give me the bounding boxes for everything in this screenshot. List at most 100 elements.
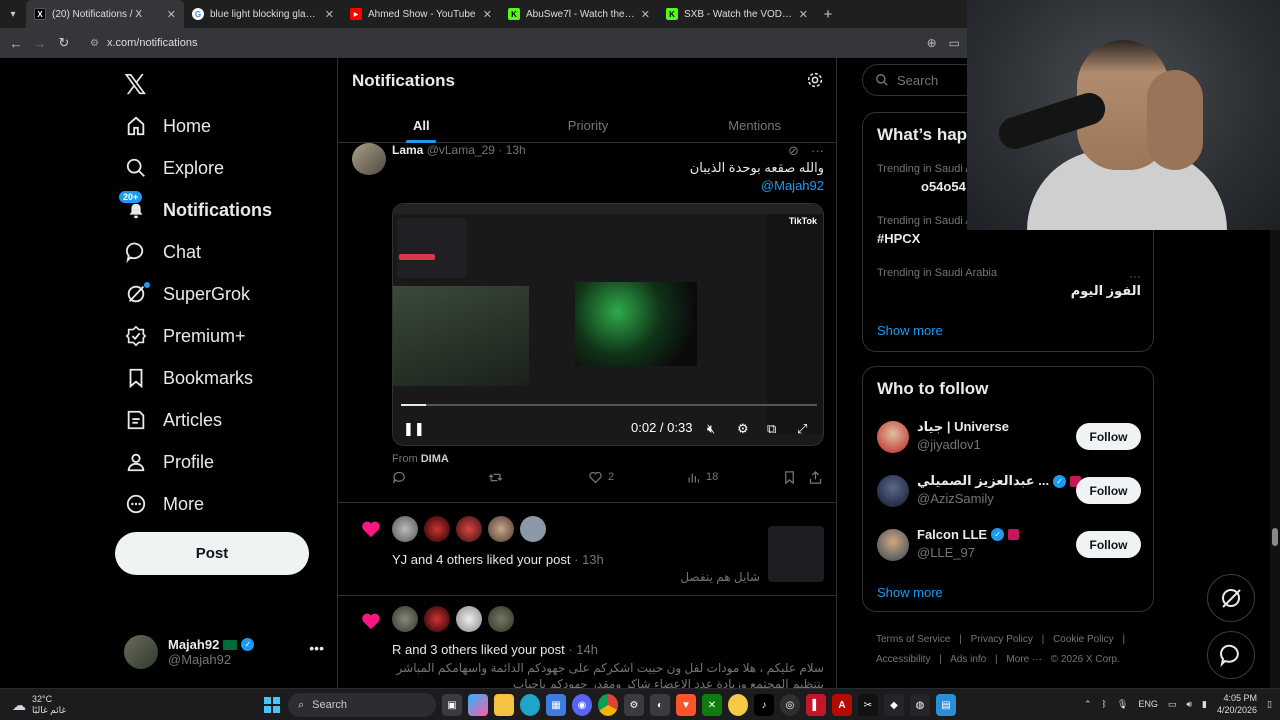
follow-button[interactable]: Follow bbox=[1076, 423, 1141, 450]
avatar[interactable] bbox=[456, 606, 482, 632]
new-tab-button[interactable]: + bbox=[816, 6, 840, 23]
grok-icon[interactable]: ⊘ bbox=[788, 143, 799, 159]
show-more-link[interactable]: Show more bbox=[877, 323, 943, 338]
settings-gear-icon[interactable] bbox=[806, 71, 824, 94]
scrollbar-thumb[interactable] bbox=[1272, 528, 1278, 546]
back-icon[interactable]: ← bbox=[4, 36, 28, 51]
cast-icon[interactable]: ▭ bbox=[949, 36, 960, 50]
browser-tab-kick-2[interactable]: K SXB - Watch the VOD on Kick ✕ bbox=[658, 0, 816, 28]
tab-mentions[interactable]: Mentions bbox=[671, 108, 836, 143]
url-field[interactable]: ⚙ x.com/notifications bbox=[90, 37, 197, 49]
author-handle[interactable]: @vLama_29 bbox=[427, 143, 495, 157]
follow-button[interactable]: Follow bbox=[1076, 531, 1141, 558]
obs-icon[interactable]: ◎ bbox=[780, 694, 800, 716]
footer-link[interactable]: Ads info bbox=[950, 654, 986, 665]
views-button[interactable]: 18 bbox=[686, 470, 718, 485]
nav-chat[interactable]: Chat bbox=[124, 232, 201, 272]
browser-tab-notifications[interactable]: X (20) Notifications / X ✕ bbox=[26, 0, 184, 28]
post-button[interactable]: Post bbox=[115, 532, 309, 575]
close-icon[interactable]: ✕ bbox=[483, 8, 492, 21]
avatar[interactable] bbox=[392, 606, 418, 632]
language-indicator[interactable]: ENG bbox=[1138, 699, 1158, 709]
task-view-icon[interactable]: ▣ bbox=[442, 694, 462, 716]
app-icon[interactable]: ◐ bbox=[650, 694, 670, 716]
footer-link[interactable]: Terms of Service bbox=[876, 634, 950, 645]
reply-button[interactable] bbox=[392, 470, 407, 485]
windows-start-icon[interactable] bbox=[264, 697, 280, 713]
mention-tweet[interactable]: Lama @vLama_29 · 13h ⊘ ··· والله صقعه بو… bbox=[338, 143, 836, 503]
follow-button[interactable]: Follow bbox=[1076, 477, 1141, 504]
nav-profile[interactable]: Profile bbox=[124, 442, 214, 482]
chrome-icon[interactable] bbox=[598, 694, 618, 716]
footer-link[interactable]: More ··· bbox=[1006, 654, 1042, 665]
edge-icon[interactable] bbox=[520, 694, 540, 716]
avatar[interactable] bbox=[877, 529, 909, 561]
footer-link[interactable]: Cookie Policy bbox=[1053, 634, 1114, 645]
close-icon[interactable]: ✕ bbox=[325, 8, 334, 21]
like-notification[interactable]: YJ and 4 others liked your post · 13h شا… bbox=[338, 504, 836, 596]
store-icon[interactable]: ▦ bbox=[546, 694, 566, 716]
tab-search-icon[interactable]: ▾ bbox=[0, 0, 26, 28]
follow-suggestion[interactable]: عبدالعزيز الصميلي ... ✓ @AzizSamily Foll… bbox=[877, 473, 1141, 513]
nav-premium[interactable]: Premium+ bbox=[124, 316, 246, 356]
photos-icon[interactable]: ▤ bbox=[936, 694, 956, 716]
more-dots-icon[interactable]: ··· bbox=[1129, 269, 1141, 283]
mute-icon[interactable]: 🔇︎ bbox=[707, 421, 715, 437]
avatar[interactable] bbox=[352, 143, 386, 175]
reload-icon[interactable]: ↻ bbox=[52, 35, 76, 51]
pip-icon[interactable]: ⧉ bbox=[767, 421, 776, 437]
video-player[interactable]: TikTok ❚❚ 0:02 / 0:33 🔇︎ ⚙ ⧉ ⤢ bbox=[392, 203, 824, 446]
show-more-link[interactable]: Show more bbox=[877, 585, 943, 600]
avatar[interactable] bbox=[520, 516, 546, 542]
like-button[interactable]: 2 bbox=[588, 470, 614, 485]
close-icon[interactable]: ✕ bbox=[799, 8, 808, 21]
nav-home[interactable]: Home bbox=[124, 106, 211, 146]
share-button[interactable] bbox=[808, 470, 823, 485]
follow-suggestion[interactable]: Falcon LLE ✓ @LLE_97 Follow bbox=[877, 527, 1141, 567]
nav-explore[interactable]: Explore bbox=[124, 148, 224, 188]
fullscreen-icon[interactable]: ⤢ bbox=[797, 421, 807, 437]
avatar[interactable] bbox=[392, 516, 418, 542]
notifications-icon[interactable]: ▯ bbox=[1267, 699, 1272, 710]
bookmark-button[interactable] bbox=[782, 470, 797, 485]
xbox-icon[interactable]: ✕ bbox=[702, 694, 722, 716]
x-logo[interactable]: 𝕏 bbox=[124, 68, 147, 101]
messages-button[interactable] bbox=[1207, 631, 1255, 679]
avatar[interactable] bbox=[877, 421, 909, 453]
forward-icon[interactable]: → bbox=[28, 36, 52, 51]
nav-more[interactable]: More bbox=[124, 484, 204, 524]
settings-icon[interactable]: ⚙ bbox=[624, 694, 644, 716]
avatar[interactable] bbox=[424, 606, 450, 632]
pause-icon[interactable]: ❚❚ bbox=[403, 421, 425, 437]
nav-notifications[interactable]: 20+ Notifications bbox=[118, 190, 272, 230]
brave-icon[interactable]: ▼ bbox=[676, 694, 696, 716]
nav-articles[interactable]: Articles bbox=[124, 400, 222, 440]
trend-item[interactable]: Trending in Saudi Arabia ··· الفوز اليوم bbox=[877, 267, 1141, 299]
battery-icon[interactable]: ▮ bbox=[1202, 699, 1207, 710]
browser-tab-kick-1[interactable]: K AbuSwe7l - Watch the VOD on ✕ bbox=[500, 0, 658, 28]
follow-suggestion[interactable]: جياد | Universe @jiyadlov1 Follow bbox=[877, 419, 1141, 459]
gamepad-icon[interactable]: ◍ bbox=[910, 694, 930, 716]
nav-bookmarks[interactable]: Bookmarks bbox=[124, 358, 253, 398]
bluetooth-icon[interactable]: ᛒ bbox=[1102, 699, 1107, 709]
settings-gear-icon[interactable]: ⚙ bbox=[737, 421, 749, 437]
network-icon[interactable]: ▭ bbox=[1168, 699, 1177, 710]
browser-tab-google[interactable]: G blue light blocking glasses - Go ✕ bbox=[184, 0, 342, 28]
more-dots-icon[interactable]: ••• bbox=[309, 640, 324, 656]
author-name[interactable]: Lama bbox=[392, 143, 423, 157]
browser-tab-youtube[interactable]: ▶ Ahmed Show - YouTube ✕ bbox=[342, 0, 500, 28]
close-icon[interactable]: ✕ bbox=[167, 8, 176, 21]
more-dots-icon[interactable]: ··· bbox=[811, 143, 824, 159]
tab-all[interactable]: All bbox=[338, 108, 505, 143]
mention-link[interactable]: @Majah92 bbox=[761, 178, 824, 193]
site-info-icon[interactable]: ⚙ bbox=[90, 38, 99, 49]
copilot-icon[interactable] bbox=[468, 694, 488, 716]
account-switcher[interactable]: Majah92 ✓ @Majah92 ••• bbox=[124, 632, 324, 672]
clock[interactable]: 4:05 PM 4/20/2026 bbox=[1217, 692, 1257, 716]
app-icon[interactable]: ◆ bbox=[884, 694, 904, 716]
chevron-up-icon[interactable]: ⌃ bbox=[1084, 699, 1092, 710]
avatar[interactable] bbox=[877, 475, 909, 507]
taskbar-search[interactable]: ⌕ Search bbox=[288, 693, 436, 717]
tiktok-icon[interactable]: ♪ bbox=[754, 694, 774, 716]
weather-widget[interactable]: ☁ 32°C غائم غالبًا bbox=[12, 694, 66, 716]
